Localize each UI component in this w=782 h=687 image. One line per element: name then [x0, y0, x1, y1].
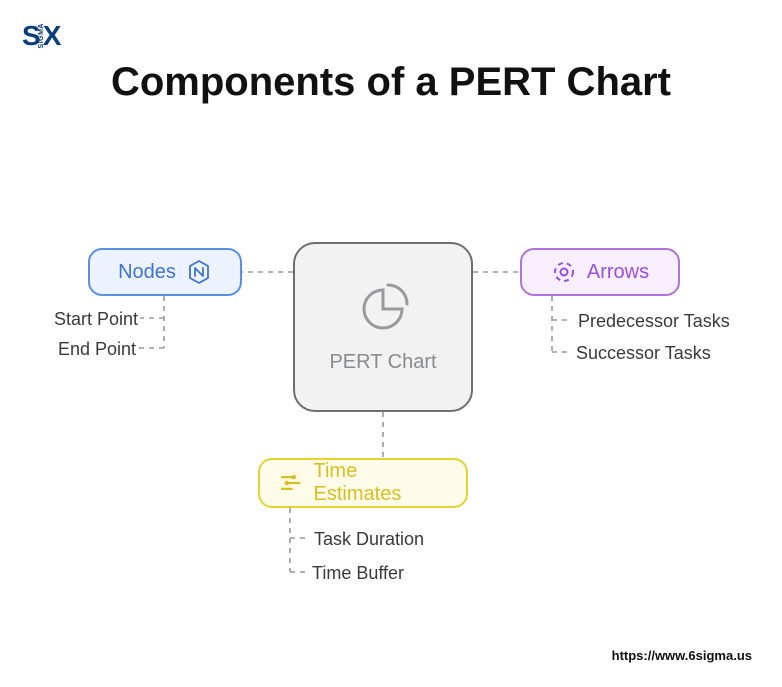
center-node-pert-chart: PERT Chart: [293, 242, 473, 412]
branch-arrows-label: Arrows: [587, 261, 649, 284]
branch-time-estimates: Time Estimates: [258, 458, 468, 508]
logo: S SIGMA X: [22, 20, 60, 52]
target-circle-icon: [551, 259, 577, 285]
sub-item-time-buffer: Time Buffer: [312, 563, 404, 584]
sub-item-end-point: End Point: [52, 339, 136, 360]
logo-sigma-vertical: SIGMA: [38, 23, 45, 48]
center-node-label: PERT Chart: [329, 351, 436, 374]
sub-item-predecessor-tasks: Predecessor Tasks: [578, 311, 730, 332]
nodejs-hex-icon: [186, 259, 212, 285]
branch-time-label: Time Estimates: [314, 460, 448, 506]
branch-nodes-label: Nodes: [118, 261, 176, 284]
pie-chart-icon: [355, 281, 411, 337]
branch-nodes: Nodes: [88, 248, 242, 296]
diagram-canvas: PERT Chart Nodes Start Point End Point A…: [0, 170, 782, 600]
sub-item-task-duration: Task Duration: [314, 529, 424, 550]
page-title: Components of a PERT Chart: [0, 60, 782, 105]
timeline-bars-icon: [278, 470, 304, 496]
branch-arrows: Arrows: [520, 248, 680, 296]
sub-item-successor-tasks: Successor Tasks: [576, 343, 711, 364]
logo-letter-x: X: [43, 20, 61, 52]
footer-url: https://www.6sigma.us: [612, 648, 752, 663]
sub-item-start-point: Start Point: [44, 309, 138, 330]
